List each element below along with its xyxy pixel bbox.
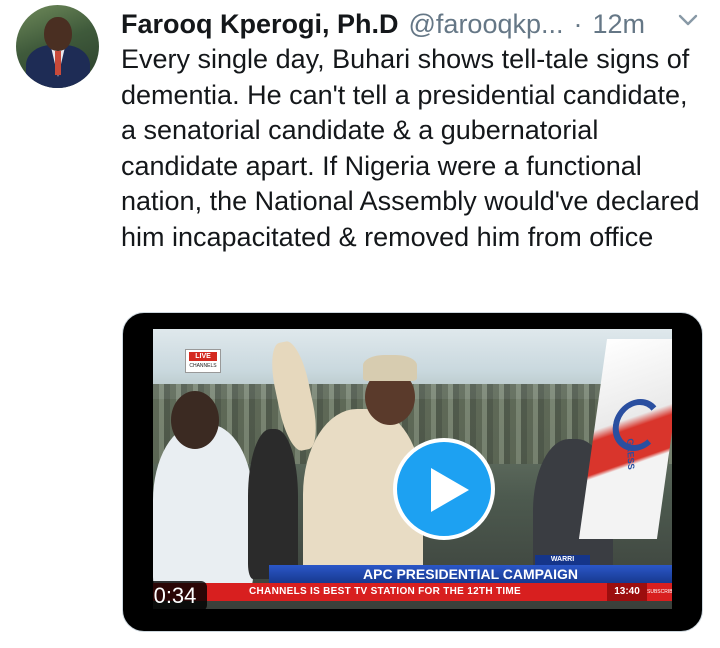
video-duration: 0:34	[143, 581, 207, 611]
subscribe-label: SUBSCRIBE	[647, 589, 672, 595]
ticker-text: CHANNELS IS BEST TV STATION FOR THE 12TH…	[249, 586, 522, 597]
location-tag: WARRI	[535, 555, 590, 565]
video-frame[interactable]: GRESS LIVE CHANNELS WARRI APC PRESIDENTI…	[153, 329, 672, 609]
video-figure-left	[153, 424, 253, 594]
play-button[interactable]	[393, 438, 495, 540]
avatar-head	[44, 17, 72, 51]
headline-strap: APC PRESIDENTIAL CAMPAIGN	[269, 565, 672, 583]
tweet-timestamp[interactable]: 12m	[593, 9, 646, 40]
avatar[interactable]	[16, 5, 99, 88]
flag-emblem	[609, 399, 665, 451]
chevron-down-icon[interactable]	[676, 10, 700, 30]
video-figure-main-cap	[363, 355, 417, 381]
tweet-header: Farooq Kperogi, Ph.D @farooqkp... · 12m	[121, 7, 645, 41]
news-ticker: CHANNELS IS BEST TV STATION FOR THE 12TH…	[153, 583, 672, 601]
video-player[interactable]: GRESS LIVE CHANNELS WARRI APC PRESIDENTI…	[122, 312, 703, 632]
play-icon	[431, 468, 469, 512]
flag-text: GRESS	[625, 437, 637, 471]
video-figure-mid	[248, 429, 298, 579]
live-badge: LIVE CHANNELS	[185, 349, 221, 373]
avatar-tie	[55, 51, 61, 75]
video-figure-left-head	[171, 391, 219, 449]
author-handle[interactable]: @farooqkp...	[409, 9, 564, 40]
channel-label: CHANNELS	[189, 363, 217, 369]
live-label: LIVE	[189, 352, 217, 361]
tweet-text: Every single day, Buhari shows tell-tale…	[121, 44, 700, 252]
ticker-clock: 13:40	[607, 583, 647, 601]
author-name[interactable]: Farooq Kperogi, Ph.D	[121, 9, 399, 40]
separator-dot: ·	[573, 8, 583, 39]
